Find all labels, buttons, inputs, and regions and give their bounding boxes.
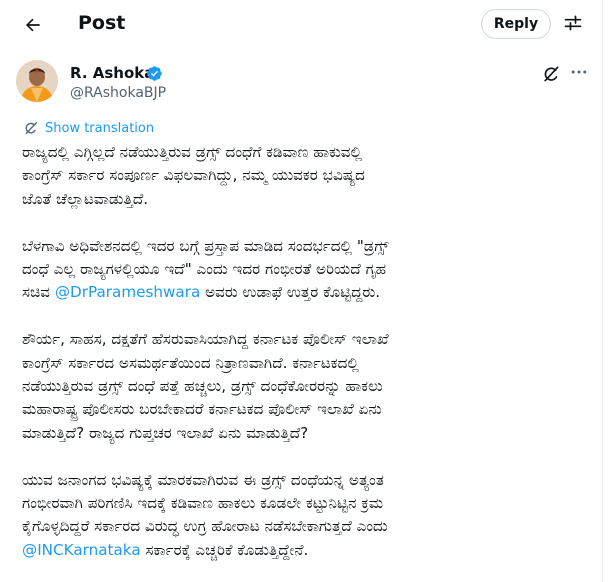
tweet-line: ನಡೆಯುತ್ತಿರುವ ಡ್ರಗ್ಸ್ ದಂಧೆ ಪತ್ತೆ ಹಚ್ಚಲು, … bbox=[22, 377, 383, 396]
tweet-paragraph-1: ರಾಜ್ಯದಲ್ಲಿ ಎಗ್ಗಿಲ್ಲದೆ ನಡೆಯುತ್ತಿರುವ ಡ್ರಗ್… bbox=[22, 141, 588, 211]
arrow-left-icon bbox=[26, 18, 40, 32]
page-header: Post Reply bbox=[0, 0, 602, 48]
tweet-line: ಜೊತೆ ಚೆಲ್ಲಾಟವಾಡುತ್ತಿದೆ. bbox=[22, 189, 149, 208]
tweet-paragraph-2: ಬೆಳಗಾವಿ ಅಧಿವೇಶನದಲ್ಲಿ ಇದರ ಬಗ್ಗೆ ಪ್ರಸ್ತಾಪ … bbox=[22, 235, 588, 305]
author-handle[interactable]: @RAshokaBJP bbox=[70, 84, 166, 102]
tweet-line: ಗಂಭೀರವಾಗಿ ಪರಿಗಣಿಸಿ ಇದಕ್ಕೆ ಕಡಿವಾಣ ಹಾಕಲು ಕ… bbox=[22, 494, 384, 513]
grok-icon[interactable] bbox=[541, 64, 561, 84]
back-button[interactable] bbox=[16, 8, 50, 42]
tweet-line-text: ಸರ್ಕಾರಕ್ಕೆ ಎಚ್ಚರಿಕೆ ಕೊಡುತ್ತಿದ್ದೇನೆ. bbox=[140, 540, 309, 559]
author-name[interactable]: R. Ashoka bbox=[70, 64, 154, 83]
reply-button[interactable]: Reply bbox=[481, 9, 551, 39]
tweet-text: ರಾಜ್ಯದಲ್ಲಿ ಎಗ್ಗಿಲ್ಲದೆ ನಡೆಯುತ್ತಿರುವ ಡ್ರಗ್… bbox=[22, 141, 588, 562]
tweet-line-text: ಸಚಿವ bbox=[22, 283, 55, 302]
more-horizontal-icon[interactable] bbox=[569, 62, 589, 82]
tweet-line: ದಂಧೆ ಎಲ್ಲ ರಾಜ್ಯಗಳಲ್ಲಿಯೂ ಇದೆ" ಎಂದು ಇದರ ಗಂ… bbox=[22, 260, 387, 279]
verified-badge-icon bbox=[147, 66, 162, 81]
tweet-line: ಸಚಿವ @DrParameshwara ಅವರು ಉಡಾಫೆ ಉತ್ತರ ಕೊ… bbox=[22, 281, 588, 304]
avatar[interactable] bbox=[16, 60, 58, 102]
tweet-line: ಯುವ ಜನಾಂಗದ ಭವಿಷ್ಯಕ್ಕೆ ಮಾರಕವಾಗಿರುವ ಈ ಡ್ರಗ… bbox=[22, 470, 384, 489]
tweet-paragraph-4: ಯುವ ಜನಾಂಗದ ಭವಿಷ್ಯಕ್ಕೆ ಮಾರಕವಾಗಿರುವ ಈ ಡ್ರಗ… bbox=[22, 469, 588, 563]
tweet-line: ಮಹಾರಾಷ್ಟ್ರ ಪೊಲೀಸರು ಬರಬೇಕಾದರೆ ಕರ್ನಾಟಕದ ಪೊ… bbox=[22, 400, 382, 419]
settings-button[interactable] bbox=[562, 12, 584, 34]
tweet-line: ಮಾಡುತ್ತಿದೆ? ರಾಜ್ಯದ ಗುಪ್ತಚರ ಇಲಾಖೆ ಏನು ಮಾಡ… bbox=[22, 423, 309, 442]
tweet-line: ಬೆಳಗಾವಿ ಅಧಿವೇಶನದಲ್ಲಿ ಇದರ ಬಗ್ಗೆ ಪ್ರಸ್ತಾಪ … bbox=[22, 236, 389, 255]
show-translation-label: Show translation bbox=[45, 120, 155, 136]
tweet-paragraph-3: ಶೌರ್ಯ, ಸಾಹಸ, ದಕ್ಷತೆಗೆ ಹೆಸರುವಾಸಿಯಾಗಿದ್ದ ಕ… bbox=[22, 328, 588, 445]
tweet-line: ಕಾಂಗ್ರೆಸ್ ಸರ್ಕಾರ ಸಂಪೂರ್ಣ ವಿಫಲವಾಗಿದ್ದು, ನ… bbox=[22, 166, 365, 185]
tweet-line: ಕಾಂಗ್ರೆಸ್ ಸರ್ಕಾರದ ಅಸಮರ್ಥತೆಯಿಂದ ನಿತ್ರಾಣವಾ… bbox=[22, 353, 359, 372]
tweet-line: ಶೌರ್ಯ, ಸಾಹಸ, ದಕ್ಷತೆಗೆ ಹೆಸರುವಾಸಿಯಾಗಿದ್ದ ಕ… bbox=[22, 330, 389, 349]
tweet-line: ರಾಜ್ಯದಲ್ಲಿ ಎಗ್ಗಿಲ್ಲದೆ ನಡೆಯುತ್ತಿರುವ ಡ್ರಗ್… bbox=[22, 143, 363, 161]
tweet-line: ಕೈಗೊಳ್ಳದಿದ್ದರೆ ಸರ್ಕಾರದ ವಿರುದ್ಧ ಉಗ್ರ ಹೋರಾ… bbox=[22, 517, 388, 536]
tweet-line: @INCKarnataka ಸರ್ಕಾರಕ್ಕೆ ಎಚ್ಚರಿಕೆ ಕೊಡುತ್… bbox=[22, 539, 588, 562]
mention-link[interactable]: @INCKarnataka bbox=[22, 541, 141, 559]
show-translation-link[interactable]: Show translation bbox=[23, 119, 154, 137]
mention-link[interactable]: @DrParameshwara bbox=[55, 283, 200, 301]
tweet-line-text: ಅವರು ಉಡಾಫೆ ಉತ್ತರ ಕೊಟ್ಟಿದ್ದರು. bbox=[200, 283, 381, 302]
translate-icon bbox=[25, 122, 37, 134]
post-page: Post Reply R. Ashoka @RAshokaBJP Show tr… bbox=[0, 0, 603, 582]
sliders-icon bbox=[564, 15, 582, 31]
page-title: Post bbox=[78, 12, 126, 34]
